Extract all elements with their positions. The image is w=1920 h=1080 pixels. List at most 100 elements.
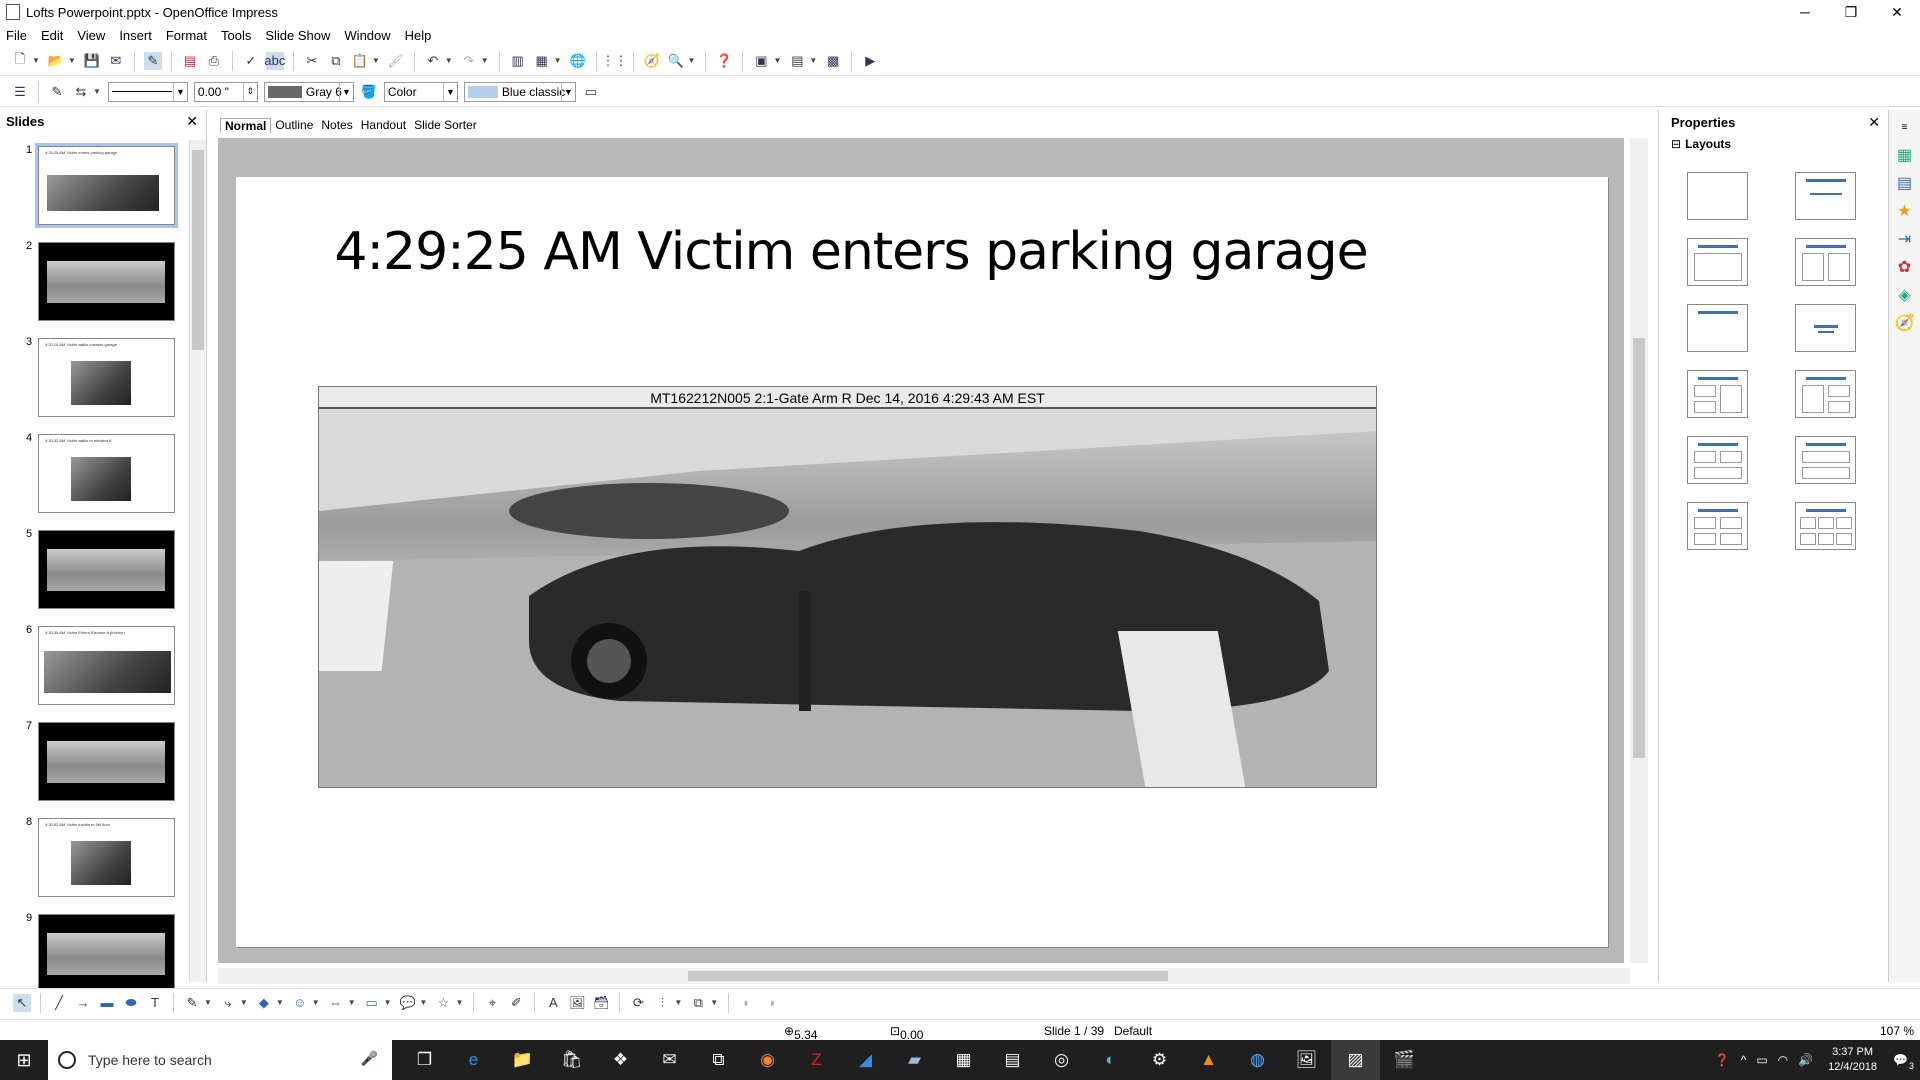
select-pointer-icon[interactable]: ↖: [13, 993, 31, 1012]
print-icon[interactable]: ⎙: [205, 52, 223, 70]
cut-icon[interactable]: ✂: [303, 52, 321, 70]
slide-thumbnail[interactable]: [38, 722, 175, 801]
slide-thumbnail[interactable]: 4:30:52 AM Victim travels to 5th floor: [38, 818, 175, 897]
help-icon[interactable]: ❓: [715, 52, 733, 70]
close-window-button[interactable]: ✕: [1874, 0, 1920, 24]
app-icon-2[interactable]: ▰: [890, 1040, 939, 1080]
toggle-extrusion-icon[interactable]: ◑: [762, 994, 780, 1012]
area-fill-icon[interactable]: 🪣: [360, 83, 378, 101]
slide-thumbnail[interactable]: 4:29:25 AM Victim enters parking garage: [35, 143, 178, 228]
microphone-icon[interactable]: 🎤: [361, 1050, 378, 1067]
app-icon-1[interactable]: ◢: [841, 1040, 890, 1080]
layout-title-only[interactable]: [1687, 304, 1748, 352]
layout-title-2content-left[interactable]: [1687, 370, 1748, 418]
battery-icon[interactable]: ▭: [1756, 1053, 1767, 1067]
slide-icon[interactable]: ▣: [752, 52, 770, 70]
shadow-icon[interactable]: ▭: [582, 83, 600, 101]
arrow-style-icon[interactable]: ⇆: [72, 83, 90, 101]
canvas-vertical-scrollbar[interactable]: [1630, 138, 1648, 963]
menu-file[interactable]: File: [6, 28, 27, 43]
navigator-deck-icon[interactable]: 🧭: [1894, 312, 1916, 334]
styles-deck-icon[interactable]: ✿: [1894, 256, 1916, 278]
grid-icon[interactable]: ⋮⋮: [602, 52, 628, 70]
layout-title-4grid[interactable]: [1687, 502, 1748, 550]
dropbox-icon[interactable]: ❖: [596, 1040, 645, 1080]
tab-outline[interactable]: Outline: [271, 118, 317, 132]
flowchart-icon[interactable]: ▭: [363, 994, 381, 1012]
layout-title-only-center[interactable]: [1795, 172, 1856, 220]
slide-design-icon[interactable]: ▤: [788, 52, 806, 70]
slide-thumbnail[interactable]: [38, 242, 175, 321]
menu-help[interactable]: Help: [405, 28, 432, 43]
rectangle-icon[interactable]: ▬: [98, 994, 116, 1012]
auto-spellcheck-icon[interactable]: abc: [264, 51, 285, 70]
canvas-horizontal-scrollbar[interactable]: [218, 968, 1630, 984]
show-hidden-icons[interactable]: ^: [1741, 1053, 1747, 1067]
table-icon[interactable]: ▦: [533, 52, 551, 70]
new-document-icon[interactable]: 🗋: [11, 51, 29, 70]
gallery-deck-icon[interactable]: ◈: [1894, 284, 1916, 306]
paste-icon[interactable]: 📋: [351, 52, 369, 70]
properties-deck-icon[interactable]: ▦: [1894, 144, 1916, 166]
redo-icon[interactable]: ↷: [460, 52, 478, 70]
windows-start-icon[interactable]: ⊞: [0, 1040, 48, 1080]
filezilla-icon[interactable]: Z: [792, 1040, 841, 1080]
chart-icon[interactable]: ▥: [509, 52, 527, 70]
stars-icon[interactable]: ☆: [434, 994, 452, 1012]
ellipse-icon[interactable]: ⬬: [122, 994, 140, 1012]
taskbar-search-box[interactable]: Type here to search 🎤: [48, 1040, 392, 1080]
menu-tools[interactable]: Tools: [221, 28, 251, 43]
slide-thumbnail[interactable]: 4:30:32 AM Victim walks to elevator A: [38, 434, 175, 513]
layout-blank[interactable]: [1687, 172, 1748, 220]
tab-slide-sorter[interactable]: Slide Sorter: [410, 118, 481, 132]
help-tray-icon[interactable]: ❓: [1715, 1053, 1730, 1067]
tab-handout[interactable]: Handout: [357, 118, 410, 132]
store-icon[interactable]: 🛍: [547, 1040, 596, 1080]
slide-thumbnail[interactable]: 4:30:35 AM Victim Enters Elevator A (int…: [38, 626, 175, 705]
globe-app-icon[interactable]: ◍: [1233, 1040, 1282, 1080]
zoom-icon[interactable]: 🔍: [667, 52, 685, 70]
close-slides-panel-button[interactable]: ✕: [186, 113, 198, 130]
layout-title-6grid[interactable]: [1795, 502, 1856, 550]
slide-show-icon[interactable]: ▶: [861, 52, 879, 70]
camera-app-icon[interactable]: ◎: [1037, 1040, 1086, 1080]
zoom-level[interactable]: 107 %: [1880, 1024, 1914, 1038]
app-icon-4[interactable]: ◐: [1086, 1040, 1135, 1080]
save-icon[interactable]: 💾: [83, 52, 101, 70]
from-file-icon[interactable]: 🖼: [568, 994, 586, 1012]
block-arrows-icon[interactable]: ⇔: [327, 994, 345, 1012]
text-icon[interactable]: T: [146, 994, 164, 1012]
style-list-icon[interactable]: ☰: [11, 83, 29, 101]
firefox-icon[interactable]: ◉: [743, 1040, 792, 1080]
app-icon-3[interactable]: ▤: [988, 1040, 1037, 1080]
maximize-button[interactable]: ❐: [1828, 0, 1874, 24]
custom-animation-deck-icon[interactable]: ★: [1894, 200, 1916, 222]
file-explorer-icon[interactable]: 📁: [498, 1040, 547, 1080]
wifi-icon[interactable]: ◠: [1778, 1053, 1788, 1067]
symbol-shapes-icon[interactable]: ☺: [291, 994, 309, 1012]
spellcheck-icon[interactable]: ✓: [242, 52, 260, 70]
master-pages-deck-icon[interactable]: ▤: [1894, 172, 1916, 194]
video-editor-icon[interactable]: 🎬: [1380, 1040, 1429, 1080]
layout-title-4content[interactable]: [1687, 436, 1748, 484]
slide-image[interactable]: MT162212N005 2:1-Gate Arm R Dec 14, 2016…: [318, 386, 1377, 788]
email-document-icon[interactable]: ✉: [107, 52, 125, 70]
basic-shapes-icon[interactable]: ◆: [255, 994, 273, 1012]
undo-icon[interactable]: ↶: [424, 52, 442, 70]
vlc-icon[interactable]: ▲: [1184, 1040, 1233, 1080]
fontwork-icon[interactable]: A: [544, 994, 562, 1012]
slide-transition-deck-icon[interactable]: ⇥: [1894, 228, 1916, 250]
open-folder-icon[interactable]: 📂: [47, 52, 65, 70]
area-fill-select[interactable]: Blue classic ▼: [463, 81, 576, 102]
menu-window[interactable]: Window: [344, 28, 390, 43]
layout-centered-text[interactable]: [1795, 304, 1856, 352]
line-width-field[interactable]: 0.00 " ⇕: [193, 81, 258, 102]
minimize-button[interactable]: ─: [1782, 0, 1828, 24]
action-center-icon[interactable]: 💬 3: [1893, 1053, 1914, 1071]
format-paintbrush-icon[interactable]: 🖌: [387, 52, 405, 70]
export-pdf-icon[interactable]: ▤: [181, 52, 199, 70]
line-color-select[interactable]: Gray 6 ▼: [263, 81, 354, 102]
layout-title-content[interactable]: [1687, 238, 1748, 286]
line-icon[interactable]: ✎: [48, 83, 66, 101]
taskbar-clock[interactable]: 3:37 PM 12/4/2018: [1828, 1045, 1877, 1075]
